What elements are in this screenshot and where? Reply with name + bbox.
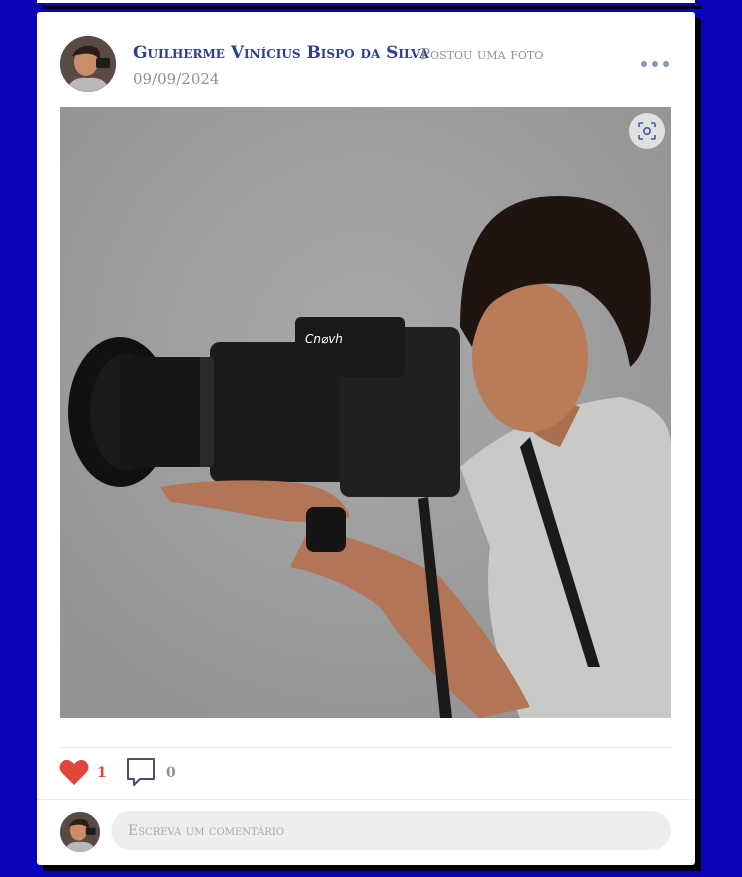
comment-input[interactable] — [111, 811, 671, 850]
like-count: 1 — [97, 765, 107, 781]
author-avatar[interactable] — [60, 36, 116, 92]
like-button[interactable] — [59, 758, 89, 786]
comment-button[interactable] — [126, 757, 156, 787]
post-date: 09/09/2024 — [133, 70, 220, 88]
more-options-icon — [641, 61, 647, 67]
previous-post-card-edge — [37, 0, 695, 3]
comment-count: 0 — [166, 765, 176, 781]
post-action-label: Postou uma foto — [420, 45, 544, 63]
comment-divider — [37, 799, 695, 800]
visual-search-button[interactable] — [629, 113, 665, 149]
visual-search-icon — [638, 122, 656, 140]
more-options-button[interactable] — [635, 54, 675, 74]
comment-bubble-icon — [127, 758, 155, 786]
reactions-divider — [60, 747, 671, 748]
author-name[interactable]: Guilherme Vinícius Bispo da Silva — [133, 43, 429, 63]
post-photo[interactable]: Cn⌀vh — [60, 107, 671, 718]
post-card: Guilherme Vinícius Bispo da Silva Postou… — [37, 12, 695, 865]
heart-icon — [59, 759, 89, 785]
current-user-avatar[interactable] — [60, 812, 100, 852]
svg-text:Cn⌀vh: Cn⌀vh — [305, 332, 343, 346]
